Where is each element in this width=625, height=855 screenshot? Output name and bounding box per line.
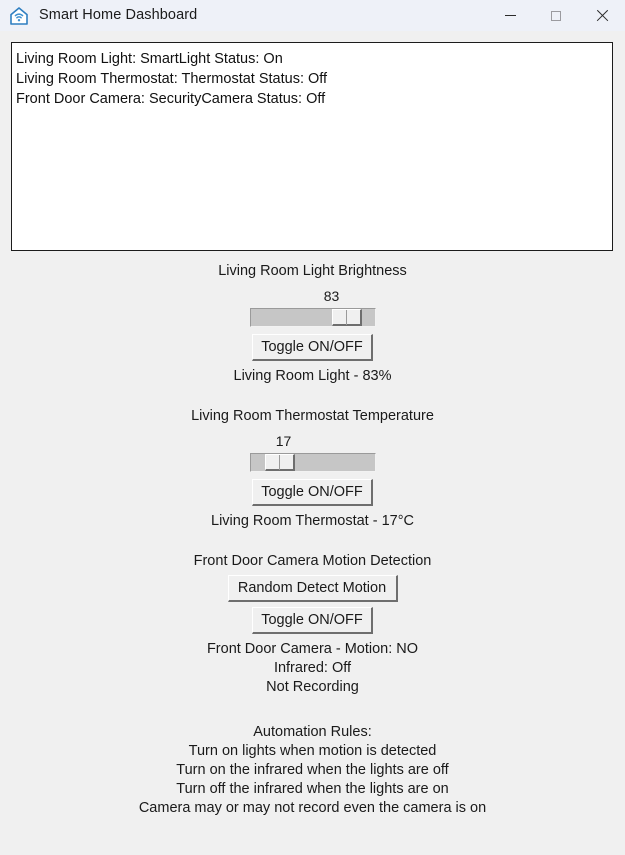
camera-status-motion: Front Door Camera - Motion: NO (206, 641, 419, 657)
light-toggle-button[interactable]: Toggle ON/OFF (252, 334, 373, 361)
status-log-textarea[interactable]: Living Room Light: SmartLight Status: On… (11, 42, 613, 251)
main-content: Living Room Light Brightness 83 Toggle O… (0, 262, 625, 818)
light-scale-value: 83 (323, 288, 340, 304)
automation-rule-item: Turn off the infrared when the lights ar… (176, 781, 449, 797)
smart-home-icon (10, 6, 28, 25)
thermostat-section-title: Living Room Thermostat Temperature (191, 408, 434, 424)
automation-rules-heading: Automation Rules: (253, 724, 372, 740)
title-bar: Smart Home Dashboard (0, 0, 625, 31)
minimize-icon (504, 15, 516, 16)
camera-toggle-button[interactable]: Toggle ON/OFF (252, 607, 373, 634)
status-log-line: Living Room Light: SmartLight Status: On (16, 51, 283, 67)
light-status-label: Living Room Light - 83% (233, 368, 392, 384)
app-window: Smart Home Dashboard Living Room Light: … (0, 0, 625, 855)
light-section-title: Living Room Light Brightness (218, 263, 407, 279)
thermostat-temperature-slider[interactable]: 17 (249, 433, 376, 476)
window-title: Smart Home Dashboard (39, 7, 198, 23)
camera-status-recording: Not Recording (266, 679, 359, 695)
random-detect-motion-button[interactable]: Random Detect Motion (227, 575, 398, 602)
close-button[interactable] (579, 0, 625, 31)
close-icon (596, 9, 609, 22)
thermostat-scale-value: 17 (275, 433, 292, 449)
automation-rule-item: Turn on the infrared when the lights are… (176, 762, 449, 778)
light-scale-handle[interactable] (331, 309, 362, 326)
thermostat-status-label: Living Room Thermostat - 17°C (211, 513, 414, 529)
thermostat-scale-handle[interactable] (264, 454, 295, 471)
maximize-button[interactable] (533, 0, 579, 31)
light-brightness-slider[interactable]: 83 (249, 288, 376, 331)
status-log-line: Front Door Camera: SecurityCamera Status… (16, 91, 326, 107)
window-controls (487, 0, 625, 31)
automation-rules: Automation Rules: Turn on lights when mo… (0, 723, 625, 818)
camera-section-title: Front Door Camera Motion Detection (193, 553, 432, 569)
automation-rule-item: Camera may or may not record even the ca… (138, 800, 487, 816)
camera-status-infrared: Infrared: Off (273, 660, 352, 676)
maximize-icon (551, 10, 561, 21)
automation-rule-item: Turn on lights when motion is detected (188, 743, 437, 759)
status-log-line: Living Room Thermostat: Thermostat Statu… (16, 71, 328, 87)
thermostat-toggle-button[interactable]: Toggle ON/OFF (252, 479, 373, 506)
minimize-button[interactable] (487, 0, 533, 31)
